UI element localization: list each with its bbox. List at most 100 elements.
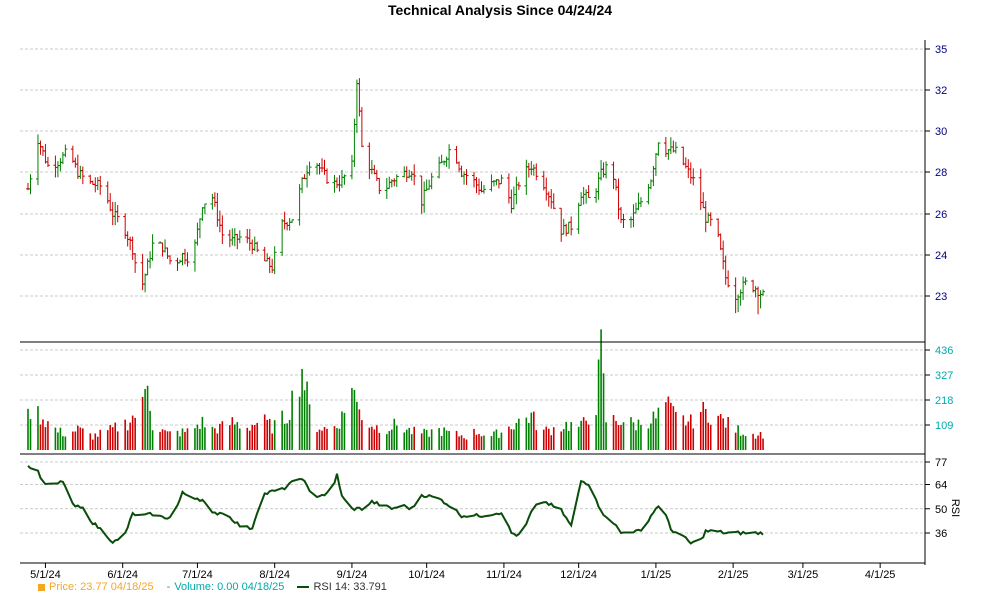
volume-bar — [126, 430, 129, 450]
volume-bar — [717, 415, 719, 450]
volume-bar — [460, 435, 463, 450]
volume-bar — [672, 406, 675, 450]
volume-bar — [246, 427, 249, 450]
volume-bar — [490, 436, 493, 450]
volume-bar — [386, 434, 388, 450]
volume-bar — [652, 411, 655, 450]
x-tick-label: 3/1/25 — [788, 569, 819, 581]
volume-bar — [44, 427, 47, 450]
rsi-tick-label: 64 — [935, 480, 947, 492]
volume-bar — [238, 428, 241, 450]
volume-bar — [545, 426, 548, 450]
volume-bar — [371, 426, 373, 450]
volume-bar — [498, 437, 500, 450]
volume-bar — [493, 431, 495, 450]
volume-bar — [59, 427, 62, 450]
volume-bar — [762, 438, 764, 450]
volume-bar — [169, 431, 171, 450]
volume-bar — [234, 424, 236, 450]
volume-bar — [368, 427, 371, 450]
volume-bar — [211, 426, 214, 450]
volume-bar — [425, 429, 428, 450]
rsi-tick-label: 36 — [935, 528, 947, 540]
volume-bar — [597, 359, 600, 450]
volume-bar — [42, 419, 44, 450]
volume-bar — [39, 424, 42, 450]
volume-bar — [79, 427, 82, 450]
volume-bar — [358, 409, 361, 450]
volume-bar — [455, 430, 458, 450]
volume-bar — [134, 417, 136, 450]
volume-bar — [595, 415, 597, 450]
volume-bar — [64, 436, 67, 450]
volume-bar — [547, 428, 550, 450]
x-tick-label: 7/1/24 — [182, 569, 213, 581]
volume-bar — [647, 428, 650, 450]
volume-panel — [20, 329, 925, 450]
volume-bar — [530, 412, 533, 450]
volume-bar — [376, 425, 378, 450]
volume-bar — [181, 428, 184, 450]
volume-bar — [655, 418, 657, 450]
volume-bar — [129, 422, 131, 450]
volume-tick-label: 218 — [935, 395, 953, 407]
price-panel — [20, 48, 925, 315]
volume-bar — [229, 425, 231, 450]
volume-bar — [570, 422, 572, 450]
volume-bar — [321, 430, 323, 450]
volume-bar — [146, 385, 149, 450]
volume-bar — [475, 434, 478, 450]
volume-bar — [528, 422, 530, 450]
volume-bar — [336, 428, 338, 450]
volume-bar — [303, 390, 306, 450]
x-tick-label: 4/1/25 — [865, 569, 896, 581]
volume-bar — [495, 429, 498, 450]
volume-bar — [99, 429, 102, 450]
volume-bar — [515, 422, 518, 450]
volume-bar — [161, 429, 164, 450]
legend: Price: 23.77 04/18/25 - Volume: 0.00 04/1… — [38, 581, 397, 593]
volume-bar — [617, 425, 620, 450]
volume-bar — [343, 412, 346, 450]
volume-bar — [62, 436, 64, 450]
volume-bar — [47, 421, 49, 450]
volume-bar — [577, 426, 580, 450]
volume-tick-label: 327 — [935, 370, 953, 382]
volume-bar — [131, 415, 134, 450]
technical-analysis-chart: 35 32 30 28 26 24 23 436 327 218 109 77 64 50 36RSI 5/1… — [20, 40, 961, 581]
volume-bar — [89, 433, 92, 450]
volume-bar — [665, 402, 667, 450]
volume-bar — [271, 433, 273, 450]
volume-bar — [268, 418, 271, 450]
volume-bar — [159, 431, 161, 450]
volume-bar — [463, 438, 465, 450]
volume-bar — [709, 424, 712, 450]
volume-bar — [757, 435, 759, 450]
volume-bar — [438, 428, 440, 450]
volume-bar — [682, 415, 685, 450]
volume-bar — [510, 429, 513, 450]
volume-bar — [692, 428, 695, 450]
volume-bar — [288, 419, 291, 450]
volume-bar — [620, 425, 622, 450]
volume-bar — [351, 388, 353, 450]
x-tick-label: 6/1/24 — [107, 569, 138, 581]
volume-bar — [388, 431, 391, 450]
volume-bar — [622, 422, 625, 450]
x-tick-label: 9/1/24 — [337, 569, 368, 581]
volume-bar — [562, 429, 565, 450]
volume-bar — [535, 430, 538, 450]
volume-bar — [443, 427, 445, 450]
volume-bar — [298, 396, 301, 450]
volume-bar — [256, 422, 259, 450]
volume-bar — [480, 436, 483, 450]
rsi-legend-marker — [297, 586, 310, 589]
volume-bar — [518, 418, 520, 450]
volume-bar — [508, 426, 510, 450]
volume-bar — [109, 425, 112, 450]
legend-volume: - Volume: 0.00 04/18/25 — [167, 581, 285, 593]
volume-bar — [37, 406, 39, 450]
volume-bar — [602, 373, 605, 450]
volume-bar — [605, 422, 607, 450]
volume-bar — [184, 431, 186, 450]
